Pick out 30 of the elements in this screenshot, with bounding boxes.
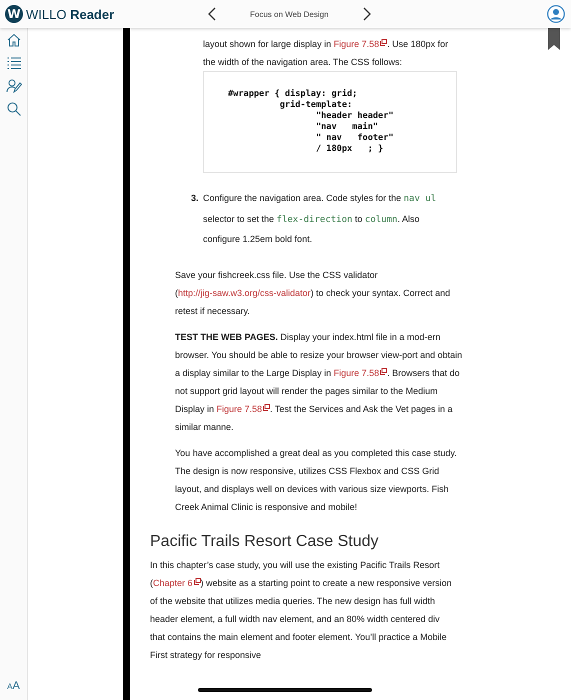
figure-link[interactable]: Figure 7.58 bbox=[334, 39, 388, 49]
code-text: #wrapper { display: grid; grid-template: "header header" "nav main" " nav footer" / 180px ; } bbox=[228, 89, 395, 155]
paragraph: TEST THE WEB PAGES. Display your index.html file in a mod-ern browser. You should be able to resize your browser view-port and obtain a display similar to the Large Display in Figure 7.58 . Browsers that do not support grid layout will render the pages similar to the Medium Display in Figure 7.58 . Test the Services and Ask the Vet pages in a similar manne. bbox=[175, 330, 464, 434]
section-heading: Pacific Trails Resort Case Study bbox=[150, 532, 380, 552]
profile-icon[interactable] bbox=[547, 5, 565, 23]
chevron-right-icon bbox=[362, 7, 371, 21]
list-icon[interactable] bbox=[6, 55, 22, 71]
figure-link[interactable]: Figure 7.58 bbox=[334, 368, 388, 378]
logo-badge: W bbox=[5, 5, 23, 23]
step-text: Configure the navigation area. Code styles for the nav ul selector to set the flex-direction to column. Also configure 1.25em bold font. bbox=[203, 192, 438, 246]
bookmark-icon[interactable] bbox=[548, 28, 560, 50]
popup-icon bbox=[380, 368, 388, 374]
search-icon[interactable] bbox=[6, 101, 22, 117]
popup-icon bbox=[380, 39, 388, 46]
step-number: 3. bbox=[191, 192, 200, 205]
popup-icon bbox=[263, 404, 270, 410]
figure-link[interactable]: Figure 7.58 bbox=[216, 404, 270, 414]
paragraph: You have accomplished a great deal as you completed this case study. The design is now responsive, utilizes CSS Flexbox and CSS Grid layout, and displays well on devices with various size viewports. Fish Creek Animal Clinic is responsive and mobile! bbox=[175, 446, 458, 514]
paragraph: In this chapter’s case study, you will use the existing Pacific Trails Resort (Chapter 6 ) website as a starting point to create a new responsive version of the website that utilizes media queries. The new design has full width header element, a full width nav element, and an 80% width centered div that contains the main element and footer element. You’ll practice a Mobile First strategy for responsive bbox=[150, 558, 453, 662]
paragraph: Save your fishcreek.css file. Use the CSS validator (http://jig-saw.w3.org/css-validator) to check your syntax. Correct and retest if necessary. bbox=[175, 268, 452, 318]
app-name: WILLO Reader bbox=[26, 6, 114, 22]
home-icon[interactable] bbox=[6, 32, 22, 48]
person-pencil-icon[interactable] bbox=[6, 78, 22, 94]
validator-link[interactable]: http://jig-saw.w3.org/css-validator bbox=[178, 288, 311, 298]
chapter-link[interactable]: Chapter 6 bbox=[153, 578, 201, 588]
book-title: Focus on Web Design bbox=[250, 10, 329, 18]
popup-icon bbox=[194, 578, 201, 584]
chevron-left-icon bbox=[208, 7, 216, 21]
text-size-button[interactable]: AA bbox=[5, 680, 22, 692]
step-text: layout shown for large display in Figure 7.58 . Use 180px for the width of the navigation area. The CSS follows: bbox=[203, 38, 450, 69]
